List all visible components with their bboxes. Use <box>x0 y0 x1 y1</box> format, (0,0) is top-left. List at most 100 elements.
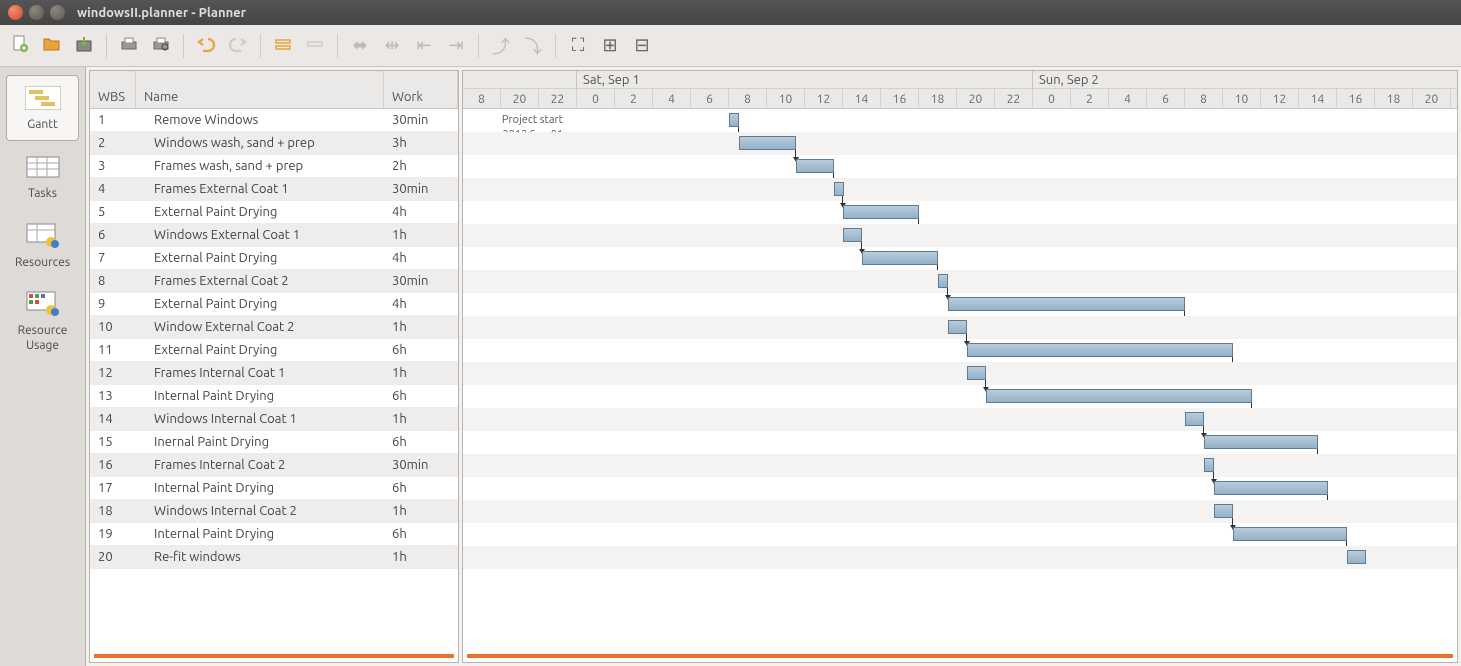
gantt-bar[interactable] <box>729 113 739 127</box>
header-wbs[interactable]: WBS <box>90 71 136 108</box>
remove-task-button[interactable] <box>301 32 329 60</box>
redo-button[interactable] <box>224 32 252 60</box>
cell-work: 30min <box>384 458 458 472</box>
table-row[interactable]: 7External Paint Drying4h <box>90 247 458 270</box>
save-button[interactable] <box>70 32 98 60</box>
gantt-row <box>463 132 1457 155</box>
insert-task-button[interactable] <box>269 32 297 60</box>
cell-work: 1h <box>384 366 458 380</box>
gantt-bar[interactable] <box>1214 504 1233 518</box>
table-row[interactable]: 20Re-fit windows1h <box>90 546 458 569</box>
gantt-bar[interactable] <box>796 159 834 173</box>
new-file-button[interactable] <box>6 32 34 60</box>
sidebar-item-gantt[interactable]: Gantt <box>6 75 79 141</box>
cell-name: Remove Windows <box>136 113 384 127</box>
move-down-button[interactable]: ⤵ <box>519 32 547 60</box>
zoom-in-button[interactable]: ⊞ <box>596 32 624 60</box>
link-task-button[interactable]: ⬌ <box>346 32 374 60</box>
cell-work: 4h <box>384 205 458 219</box>
cell-name: Internal Paint Drying <box>136 527 384 541</box>
table-row[interactable]: 16Frames Internal Coat 230min <box>90 454 458 477</box>
gantt-bar[interactable] <box>948 297 1186 311</box>
gantt-bar[interactable] <box>834 182 844 196</box>
gantt-bar[interactable] <box>967 366 986 380</box>
undo-button[interactable] <box>192 32 220 60</box>
open-file-button[interactable] <box>38 32 66 60</box>
cell-work: 3h <box>384 136 458 150</box>
sidebar-item-resource-usage[interactable]: Resource Usage <box>0 282 85 361</box>
hour-header: 22 <box>1451 89 1458 109</box>
gantt-bar[interactable] <box>1233 527 1347 541</box>
cell-name: Windows Internal Coat 2 <box>136 504 384 518</box>
hour-header: 2 <box>615 89 653 109</box>
hour-header: 14 <box>843 89 881 109</box>
table-row[interactable]: 17Internal Paint Drying6h <box>90 477 458 500</box>
gantt-bar[interactable] <box>862 251 938 265</box>
table-row[interactable]: 19Internal Paint Drying6h <box>90 523 458 546</box>
table-row[interactable]: 18Windows Internal Coat 21h <box>90 500 458 523</box>
outdent-button[interactable]: ⇥ <box>442 32 470 60</box>
indent-icon: ⇤ <box>416 35 431 56</box>
gantt-body[interactable]: Project start2012 Sep 01 <box>463 109 1457 654</box>
sidebar-item-resources[interactable]: Resources <box>0 214 85 278</box>
close-icon[interactable] <box>8 5 23 20</box>
zoom-out-button[interactable]: ⊟ <box>628 32 656 60</box>
gantt-bar[interactable] <box>938 274 948 288</box>
header-name[interactable]: Name <box>136 71 384 108</box>
gantt-bar[interactable] <box>1204 435 1318 449</box>
header-work[interactable]: Work <box>384 71 458 108</box>
task-table-body[interactable]: 1Remove Windows30min2Windows wash, sand … <box>90 109 458 654</box>
table-row[interactable]: 14Windows Internal Coat 11h <box>90 408 458 431</box>
unlink-task-button[interactable]: ⇹ <box>378 32 406 60</box>
gantt-bar[interactable] <box>948 320 967 334</box>
gantt-bar[interactable] <box>739 136 796 150</box>
table-row[interactable]: 3Frames wash, sand + prep2h <box>90 155 458 178</box>
cell-name: External Paint Drying <box>136 343 384 357</box>
cell-work: 30min <box>384 274 458 288</box>
table-row[interactable]: 5External Paint Drying4h <box>90 201 458 224</box>
print-button[interactable] <box>115 32 143 60</box>
table-row[interactable]: 11External Paint Drying6h <box>90 339 458 362</box>
cell-wbs: 1 <box>90 113 136 127</box>
table-row[interactable]: 10Window External Coat 21h <box>90 316 458 339</box>
print-preview-button[interactable] <box>147 32 175 60</box>
minimize-icon[interactable] <box>29 5 44 20</box>
move-up-button[interactable]: ⤴ <box>487 32 515 60</box>
indent-button[interactable]: ⇤ <box>410 32 438 60</box>
view-sidebar: Gantt Tasks Resources Resource Usage <box>0 67 86 666</box>
gantt-bar[interactable] <box>1347 550 1366 564</box>
gantt-bar[interactable] <box>1214 481 1328 495</box>
cell-name: External Paint Drying <box>136 251 384 265</box>
table-row[interactable]: 12Frames Internal Coat 11h <box>90 362 458 385</box>
sidebar-item-tasks[interactable]: Tasks <box>0 145 85 209</box>
table-row[interactable]: 2Windows wash, sand + prep3h <box>90 132 458 155</box>
gantt-bar[interactable] <box>843 228 862 242</box>
table-row[interactable]: 15Inernal Paint Drying6h <box>90 431 458 454</box>
cell-wbs: 5 <box>90 205 136 219</box>
table-row[interactable]: 8Frames External Coat 230min <box>90 270 458 293</box>
table-row[interactable]: 9External Paint Drying4h <box>90 293 458 316</box>
gantt-row <box>463 362 1457 385</box>
table-row[interactable]: 1Remove Windows30min <box>90 109 458 132</box>
gantt-bar[interactable] <box>986 389 1252 403</box>
gantt-bar[interactable] <box>1204 458 1214 472</box>
cell-work: 1h <box>384 550 458 564</box>
cell-wbs: 16 <box>90 458 136 472</box>
hour-header: 4 <box>1109 89 1147 109</box>
maximize-icon[interactable] <box>50 5 65 20</box>
zoom-fit-button[interactable]: ⛶ <box>564 32 592 60</box>
gantt-row <box>463 339 1457 362</box>
cell-wbs: 10 <box>90 320 136 334</box>
gantt-bar[interactable] <box>1185 412 1204 426</box>
table-row[interactable]: 4Frames External Coat 130min <box>90 178 458 201</box>
gantt-bar[interactable] <box>967 343 1233 357</box>
table-row[interactable]: 13Internal Paint Drying6h <box>90 385 458 408</box>
cell-wbs: 12 <box>90 366 136 380</box>
gantt-bar[interactable] <box>843 205 919 219</box>
cell-name: Internal Paint Drying <box>136 389 384 403</box>
table-row[interactable]: 6Windows External Coat 11h <box>90 224 458 247</box>
table-scrollbar[interactable] <box>94 654 454 658</box>
move-down-icon: ⤵ <box>524 33 542 59</box>
hour-header: 22 <box>539 89 577 109</box>
gantt-scrollbar[interactable] <box>467 654 1453 658</box>
